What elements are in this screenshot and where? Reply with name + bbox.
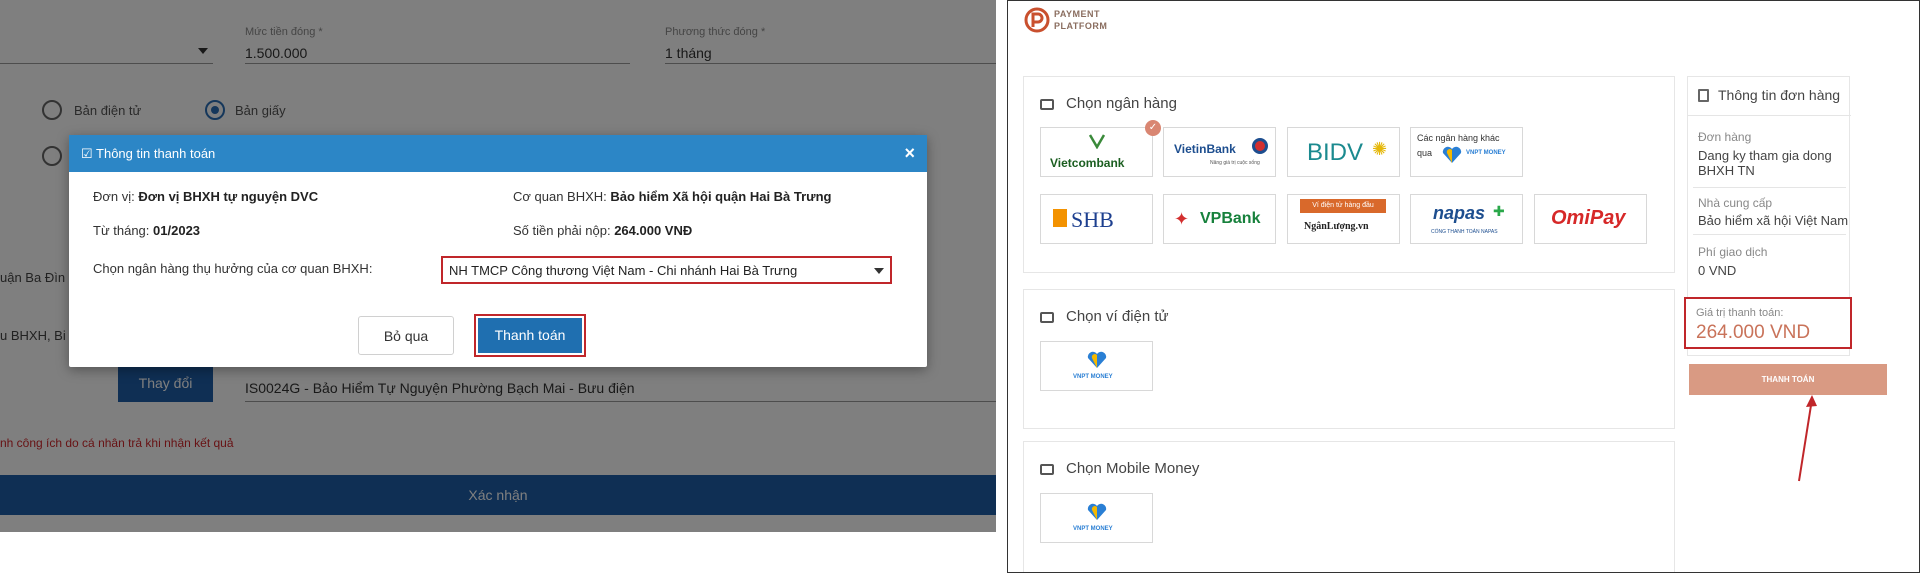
vietcombank-logo-icon [1088,133,1106,150]
choose-mobile-money-title: Chọn Mobile Money [1066,460,1200,477]
bidv-label: BIDV [1307,139,1364,166]
nganluong-label: NgânLượng.vn [1304,221,1369,232]
bank-vpbank[interactable]: ✦ VPBank [1163,194,1276,244]
pay-button[interactable]: Thanh toán [478,318,582,353]
logo-line1: PAYMENT [1054,9,1101,19]
fee-value: 0 VND [1698,263,1737,278]
logo-line2: PLATFORM [1054,21,1108,31]
provider-value: Bảo hiểm xã hội Việt Nam [1698,213,1849,228]
order-list-icon [1698,89,1709,102]
wallet-icon [1040,312,1054,323]
bank-vietcombank[interactable]: Vietcombank [1040,127,1153,177]
beneficiary-bank-select[interactable]: NH TMCP Công thương Việt Nam - Chi nhánh… [441,256,892,284]
payment-info-modal: ☑ Thông tin thanh toán × Đơn vị: Đơn vị … [69,135,927,367]
shb-logo-icon [1053,209,1067,227]
mobile-vnpt-money-label: VNPT MONEY [1073,526,1113,532]
unit-label: Đơn vị: [93,189,135,204]
fee-label: Phí giao dịch [1698,245,1768,259]
order-info-title: Thông tin đơn hàng [1718,87,1841,103]
skip-button[interactable]: Bỏ qua [358,316,454,355]
vpbank-label: VPBank [1200,210,1261,227]
selected-check-icon: ✓ [1145,120,1161,136]
provider-label: Nhà cung cấp [1698,196,1773,210]
other-vnpt-money-label: VNPT MONEY [1466,150,1506,156]
mobile-money-icon [1040,464,1054,475]
choose-mobile-money-card: Chọn Mobile Money VNPT MONEY [1023,441,1675,572]
other-banks-line2: qua [1417,148,1433,158]
modal-header: ☑ Thông tin thanh toán × [69,135,927,172]
vietinbank-label: VietinBank [1174,142,1236,156]
unit-value: Đơn vị BHXH tự nguyện DVC [138,189,319,204]
bank-select-label: Chọn ngân hàng thụ hưởng của cơ quan BHX… [93,261,373,276]
napas-sub-label: CỔNG THANH TOÁN NAPAS [1431,229,1498,235]
other-banks-line1: Các ngân hàng khác [1417,133,1500,143]
wallet-vnpt-money[interactable]: VNPT MONEY [1040,341,1153,391]
omipay-label: OmiPay [1551,207,1626,229]
modal-title: ☑ Thông tin thanh toán [81,146,216,161]
order-value: Dang ky tham gia dong BHXH TN [1698,148,1832,178]
payment-platform-logo-icon [1024,7,1050,33]
total-value: 264.000 VND [1696,322,1811,343]
napas-label: napas [1433,203,1486,223]
shb-label: SHB [1071,207,1114,232]
agency-row: Cơ quan BHXH: Bảo hiểm Xã hội quận Hai B… [513,189,831,204]
bank-select-value: NH TMCP Công thương Việt Nam - Chi nhánh… [449,263,798,278]
choose-wallet-title: Chọn ví điện tử [1066,308,1169,325]
bank-napas[interactable]: napas ✚ CỔNG THANH TOÁN NAPAS [1410,194,1523,244]
order-divider-1 [1688,115,1851,116]
total-highlight: Giá trị thanh toán: 264.000 VND [1684,297,1852,349]
pay-button-highlight: Thanh toán [474,314,586,357]
choose-bank-title: Chọn ngân hàng [1066,95,1177,112]
right-screenshot-panel: PAYMENT PLATFORM Chọn ngân hàng Vietcomb… [1007,0,1920,573]
modal-title-text: Thông tin thanh toán [96,146,216,161]
amount-due-label: Số tiền phải nộp: [513,223,611,238]
order-divider-3 [1693,234,1846,235]
choose-wallet-card: Chọn ví điện tử VNPT MONEY [1023,289,1675,429]
amount-due-row: Số tiền phải nộp: 264.000 VNĐ [513,223,692,238]
order-label: Đơn hàng [1698,130,1752,144]
agency-label: Cơ quan BHXH: [513,189,607,204]
bank-other-vnpt[interactable]: Các ngân hàng khác qua VNPT MONEY [1410,127,1523,177]
bank-shb[interactable]: SHB [1040,194,1153,244]
vpbank-logo-icon: ✦ [1174,209,1190,229]
left-screenshot-panel: Mức tiền đóng * 1.500.000 Phương thức đó… [0,0,996,532]
agency-value: Bảo hiểm Xã hội quận Hai Bà Trưng [610,189,832,204]
total-label: Giá trị thanh toán: [1696,307,1784,319]
annotation-arrow-icon [1798,395,1817,482]
close-icon[interactable]: × [904,143,915,164]
wallet-vnpt-money-label: VNPT MONEY [1073,374,1113,380]
vnpt-money-heart-icon [1086,350,1108,370]
vietcombank-label: Vietcombank [1050,156,1125,170]
order-divider-2 [1693,187,1846,188]
vietinbank-slogan: Nâng giá trị cuộc sống [1210,160,1260,166]
vietinbank-logo-icon [1252,138,1268,154]
from-month-label: Từ tháng: [93,223,150,238]
napas-logo-icon: ✚ [1493,203,1505,219]
bank-bidv[interactable]: BIDV ✺ [1287,127,1400,177]
from-month-row: Từ tháng: 01/2023 [93,223,200,238]
choose-bank-card: Chọn ngân hàng Vietcombank ✓ VietinBank … [1023,76,1675,273]
credit-card-icon [1040,99,1054,110]
bank-omipay[interactable]: OmiPay [1534,194,1647,244]
mobile-money-vnpt[interactable]: VNPT MONEY [1040,493,1153,543]
bank-vietinbank[interactable]: VietinBank Nâng giá trị cuộc sống [1163,127,1276,177]
bank-nganluong[interactable]: Ví điện tử hàng đầu NgânLượng.vn [1287,194,1400,244]
chevron-down-icon [874,268,884,274]
from-month-value: 01/2023 [153,223,201,238]
nganluong-banner: Ví điện tử hàng đầu [1300,199,1386,213]
vnpt-heart-icon [1441,145,1463,165]
amount-due-value: 264.000 VNĐ [614,223,693,238]
bidv-star-icon: ✺ [1372,139,1388,159]
mobile-vnpt-heart-icon [1086,502,1108,522]
unit-row: Đơn vị: Đơn vị BHXH tự nguyện DVC [93,189,318,204]
